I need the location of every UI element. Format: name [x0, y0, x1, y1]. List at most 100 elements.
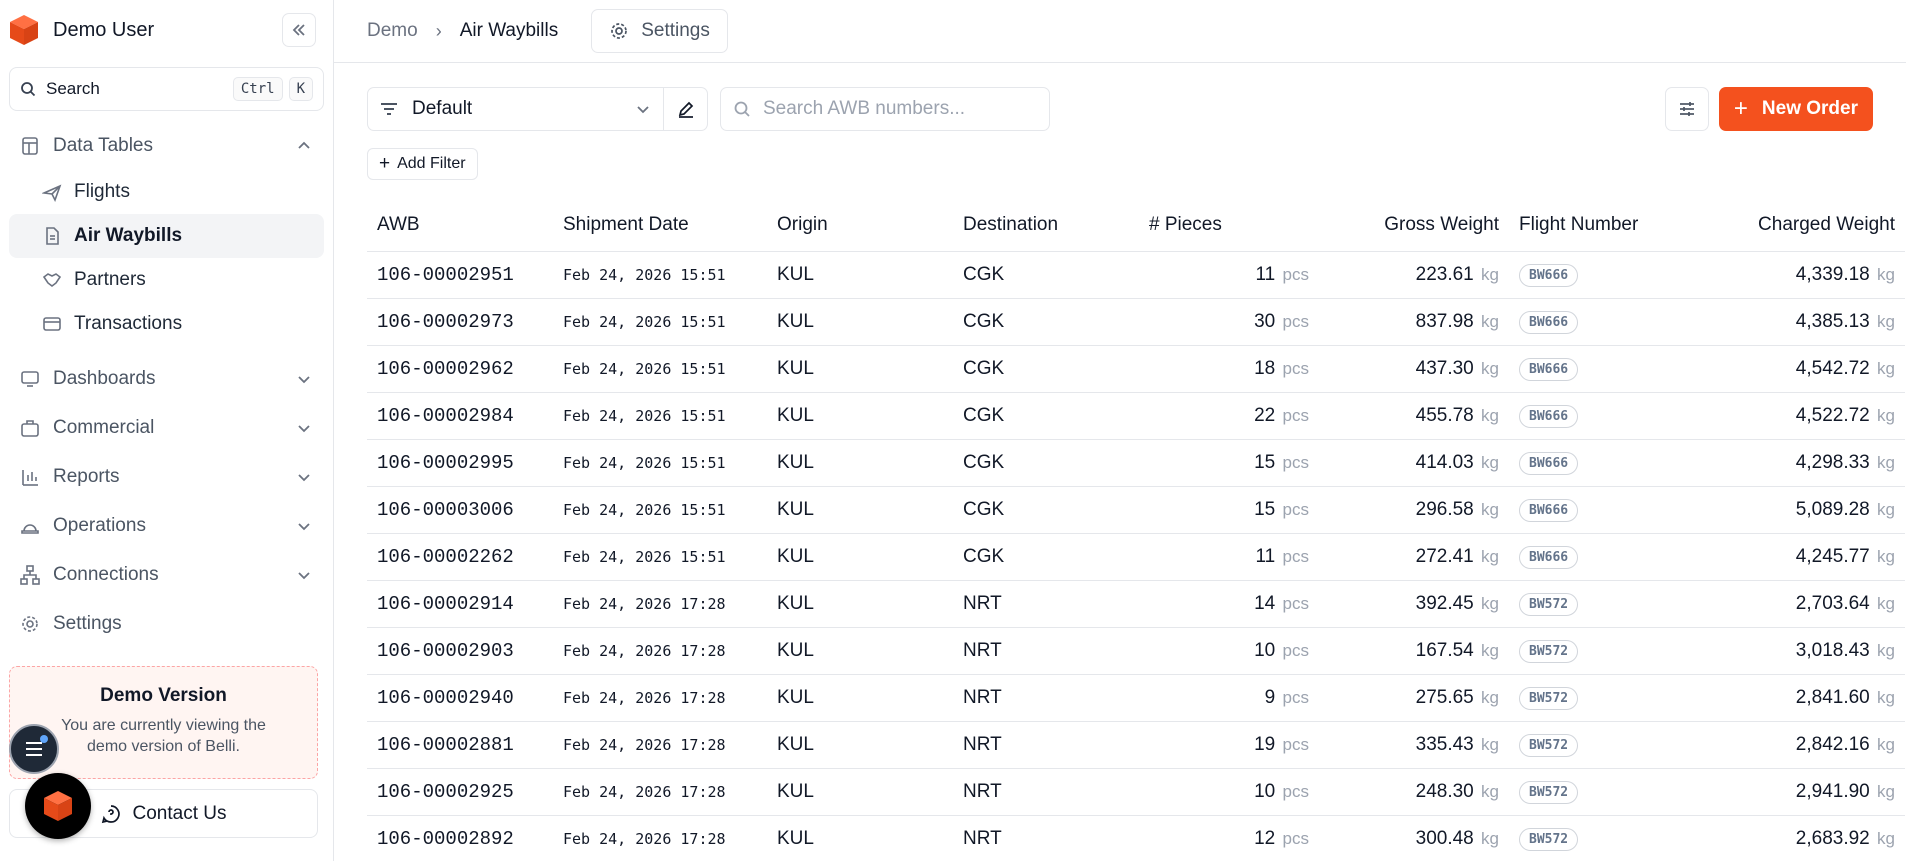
gross-weight-value: 272.41: [1415, 545, 1474, 567]
pieces-unit: pcs: [1282, 405, 1309, 425]
flight-badge[interactable]: BW572: [1519, 686, 1579, 710]
table-row[interactable]: 106-00002951 Feb 24, 2026 15:51 KUL CGK 11 p…: [367, 251, 1905, 299]
new-order-button[interactable]: + New Order: [1718, 87, 1873, 131]
table-row[interactable]: 106-00002940 Feb 24, 2026 17:28 KUL NRT 9 pc…: [367, 674, 1905, 722]
flight-badge[interactable]: BW572: [1519, 780, 1579, 804]
settings-button[interactable]: Settings: [591, 9, 728, 53]
awb-cell: 106-00002903: [367, 627, 553, 675]
origin-cell: KUL: [767, 251, 953, 299]
shortcut-ctrl: Ctrl: [232, 77, 283, 101]
contact-us-label: Contact Us: [132, 802, 227, 824]
nav-dashboards[interactable]: Dashboards: [9, 354, 324, 403]
charged-weight-cell: 2,941.90 kg: [1689, 768, 1905, 816]
gross-weight-unit: kg: [1481, 358, 1499, 378]
sidebar-item-label: Transactions: [74, 313, 183, 334]
user-row[interactable]: Demo User: [9, 0, 324, 60]
plus-icon: +: [379, 153, 391, 174]
gross-weight-unit: kg: [1481, 781, 1499, 801]
view-select[interactable]: Default: [367, 87, 664, 131]
table-body: 106-00002951 Feb 24, 2026 15:51 KUL CGK 11 p…: [367, 251, 1905, 861]
search-label: Search: [46, 79, 100, 98]
top-bar: Demo › Air Waybills Settings: [334, 0, 1906, 63]
gross-weight-cell: 248.30 kg: [1319, 768, 1509, 816]
nav-operations[interactable]: Operations: [9, 501, 324, 550]
nav-settings[interactable]: Settings: [9, 599, 324, 648]
flight-badge[interactable]: BW572: [1519, 592, 1579, 616]
flight-badge[interactable]: BW572: [1519, 639, 1579, 663]
table-row[interactable]: 106-00002925 Feb 24, 2026 17:28 KUL NRT 10 p…: [367, 768, 1905, 816]
column-header-gross-weight[interactable]: Gross Weight: [1319, 200, 1509, 252]
table-row[interactable]: 106-00002892 Feb 24, 2026 17:28 KUL NRT 12 p…: [367, 815, 1905, 861]
shipment-date-cell: Feb 24, 2026 17:28: [553, 674, 767, 722]
table-row[interactable]: 106-00002962 Feb 24, 2026 15:51 KUL CGK 18 p…: [367, 345, 1905, 393]
floating-menu-button[interactable]: [9, 724, 59, 774]
flight-badge[interactable]: BW572: [1519, 827, 1579, 851]
nav-label: Connections: [53, 563, 159, 585]
table-row[interactable]: 106-00002914 Feb 24, 2026 17:28 KUL NRT 14 p…: [367, 580, 1905, 628]
pieces-cell: 9 pcs: [1139, 674, 1319, 722]
table-row[interactable]: 106-00002262 Feb 24, 2026 15:51 KUL CGK 11 p…: [367, 533, 1905, 581]
column-header-charged-weight[interactable]: Charged Weight: [1689, 200, 1905, 252]
breadcrumb-demo[interactable]: Demo: [367, 20, 418, 42]
add-filter-button[interactable]: + Add Filter: [367, 148, 478, 180]
table-row[interactable]: 106-00003006 Feb 24, 2026 15:51 KUL CGK 15 p…: [367, 486, 1905, 534]
flight-badge[interactable]: BW666: [1519, 404, 1579, 428]
collapse-sidebar-button[interactable]: [282, 13, 316, 47]
nav-commercial[interactable]: Commercial: [9, 403, 324, 452]
gross-weight-value: 335.43: [1415, 733, 1474, 755]
pieces-value: 15: [1254, 451, 1276, 473]
awb-search-input[interactable]: [763, 98, 1023, 120]
sidebar-item-partners[interactable]: Partners: [9, 258, 324, 302]
destination-cell: NRT: [953, 627, 1139, 675]
awb-search[interactable]: [720, 87, 1050, 131]
pieces-value: 30: [1254, 310, 1276, 332]
gross-weight-unit: kg: [1481, 640, 1499, 660]
sidebar-search[interactable]: Search Ctrl K: [9, 67, 324, 111]
pieces-value: 10: [1254, 780, 1276, 802]
destination-cell: CGK: [953, 251, 1139, 299]
table-row[interactable]: 106-00002881 Feb 24, 2026 17:28 KUL NRT 19 p…: [367, 721, 1905, 769]
flight-badge[interactable]: BW666: [1519, 451, 1579, 475]
pieces-unit: pcs: [1282, 546, 1309, 566]
sidebar-item-air-waybills[interactable]: Air Waybills: [9, 214, 324, 258]
edit-view-button[interactable]: [664, 87, 708, 131]
nav-data-tables[interactable]: Data Tables: [9, 121, 324, 170]
flight-badge[interactable]: BW572: [1519, 733, 1579, 757]
flight-badge[interactable]: BW666: [1519, 263, 1579, 287]
flight-badge[interactable]: BW666: [1519, 498, 1579, 522]
shipment-date-cell: Feb 24, 2026 15:51: [553, 298, 767, 346]
column-header-origin[interactable]: Origin: [767, 200, 953, 252]
pieces-value: 19: [1254, 733, 1276, 755]
column-header-shipment-date[interactable]: Shipment Date: [553, 200, 767, 252]
flight-badge[interactable]: BW666: [1519, 310, 1579, 334]
destination-cell: CGK: [953, 298, 1139, 346]
table-row[interactable]: 106-00002903 Feb 24, 2026 17:28 KUL NRT 10 p…: [367, 627, 1905, 675]
pieces-cell: 22 pcs: [1139, 392, 1319, 440]
gross-weight-value: 248.30: [1415, 780, 1474, 802]
column-header-destination[interactable]: Destination: [953, 200, 1139, 252]
table-row[interactable]: 106-00002973 Feb 24, 2026 15:51 KUL CGK 30 p…: [367, 298, 1905, 346]
charged-weight-unit: kg: [1877, 781, 1895, 801]
nav-connections[interactable]: Connections: [9, 550, 324, 599]
column-header-flight-number[interactable]: Flight Number: [1509, 200, 1689, 252]
table-row[interactable]: 106-00002984 Feb 24, 2026 15:51 KUL CGK 22 p…: [367, 392, 1905, 440]
column-settings-button[interactable]: [1664, 87, 1709, 131]
flight-badge[interactable]: BW666: [1519, 545, 1579, 569]
sidebar-item-transactions[interactable]: Transactions: [9, 302, 324, 346]
table-row[interactable]: 106-00002995 Feb 24, 2026 15:51 KUL CGK 15 p…: [367, 439, 1905, 487]
floating-belli-button[interactable]: [25, 773, 91, 839]
table-toolbar: Default + New Order: [367, 87, 1873, 131]
column-header-awb[interactable]: AWB: [367, 200, 553, 252]
nav-reports[interactable]: Reports: [9, 452, 324, 501]
demo-version-card: Demo Version You are currently viewing t…: [9, 666, 318, 779]
awb-cell: 106-00002973: [367, 298, 553, 346]
gross-weight-cell: 167.54 kg: [1319, 627, 1509, 675]
origin-cell: KUL: [767, 580, 953, 628]
flight-badge[interactable]: BW666: [1519, 357, 1579, 381]
shipment-date-cell: Feb 24, 2026 15:51: [553, 439, 767, 487]
origin-cell: KUL: [767, 533, 953, 581]
chevron-down-icon: [637, 106, 649, 114]
column-header-pieces[interactable]: # Pieces: [1139, 200, 1319, 252]
sidebar-item-flights[interactable]: Flights: [9, 170, 324, 214]
awb-cell: 106-00003006: [367, 486, 553, 534]
